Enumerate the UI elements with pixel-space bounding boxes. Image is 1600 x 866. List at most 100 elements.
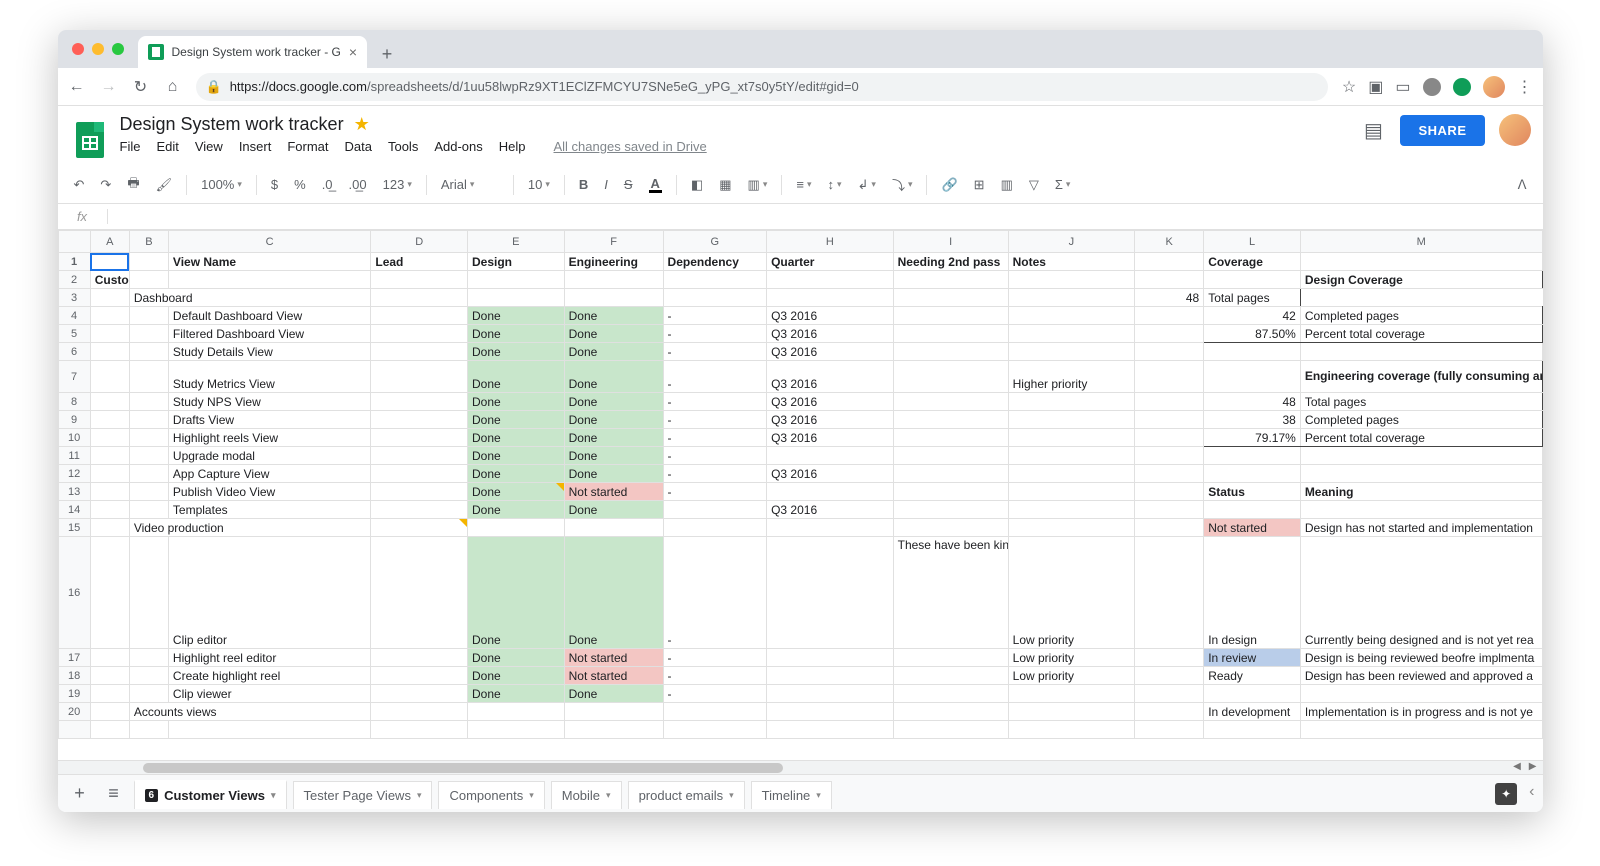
sheets-logo-icon[interactable] bbox=[70, 114, 110, 166]
row-5[interactable]: 5 Filtered Dashboard View DoneDone -Q3 2… bbox=[58, 325, 1542, 343]
expand-toolbar-icon[interactable]: ᐱ bbox=[1512, 173, 1533, 197]
row-17[interactable]: 17 Highlight reel editor DoneNot started… bbox=[58, 649, 1542, 667]
scroll-right-icon[interactable]: ▶ bbox=[1529, 761, 1537, 772]
row-11[interactable]: 11 Upgrade modal DoneDone - bbox=[58, 447, 1542, 465]
maximize-dot[interactable] bbox=[112, 43, 124, 55]
kebab-menu-icon[interactable]: ⋮ bbox=[1517, 77, 1533, 97]
horizontal-scrollbar[interactable]: ◀▶ bbox=[58, 760, 1543, 774]
column-headers[interactable]: ABCDEFGHIJKLM bbox=[58, 231, 1542, 253]
functions-icon[interactable]: Σ bbox=[1049, 173, 1077, 196]
chart-icon[interactable]: ▥ bbox=[995, 173, 1019, 197]
back-icon[interactable]: ← bbox=[68, 78, 86, 96]
row-8[interactable]: 8 Study NPS View DoneDone -Q3 2016 48Tot… bbox=[58, 393, 1542, 411]
paint-format-icon[interactable]: 🖌 bbox=[150, 173, 179, 197]
menu-addons[interactable]: Add-ons bbox=[434, 139, 482, 154]
bold-button[interactable]: B bbox=[573, 173, 594, 196]
row-15[interactable]: 15 Video production Not startedDesign ha… bbox=[58, 519, 1542, 537]
undo-icon[interactable]: ↶ bbox=[68, 173, 91, 197]
menu-file[interactable]: File bbox=[120, 139, 141, 154]
reload-icon[interactable]: ↻ bbox=[132, 77, 150, 97]
percent-button[interactable]: % bbox=[288, 173, 312, 196]
sheet-tab-tester[interactable]: Tester Page Views▾ bbox=[293, 781, 433, 809]
font-select[interactable]: Arial bbox=[435, 173, 505, 196]
comments-icon[interactable]: ▤ bbox=[1360, 117, 1386, 143]
num-format-select[interactable]: 123 bbox=[377, 173, 418, 196]
row-4[interactable]: 4 Default Dashboard View DoneDone -Q3 20… bbox=[58, 307, 1542, 325]
forward-icon[interactable]: → bbox=[100, 78, 118, 96]
font-size-select[interactable]: 10 bbox=[522, 173, 556, 196]
row-20[interactable]: 20 Accounts views In developmentImplemen… bbox=[58, 703, 1542, 721]
doc-title[interactable]: Design System work tracker bbox=[120, 114, 344, 135]
account-avatar[interactable] bbox=[1499, 114, 1531, 146]
row-extra[interactable] bbox=[58, 721, 1542, 739]
strike-button[interactable]: S bbox=[618, 173, 639, 196]
redo-icon[interactable]: ↷ bbox=[94, 173, 117, 197]
valign-icon[interactable]: ↕ bbox=[821, 173, 847, 196]
row-1[interactable]: 1 View Name Lead Design Engineering Depe… bbox=[58, 253, 1542, 271]
camera-icon[interactable]: ▣ bbox=[1368, 77, 1383, 97]
selected-cell[interactable] bbox=[90, 253, 129, 271]
italic-button[interactable]: I bbox=[598, 173, 614, 196]
rotate-icon[interactable]: ⤵ bbox=[886, 171, 919, 198]
close-tab-icon[interactable]: × bbox=[349, 44, 357, 60]
menu-insert[interactable]: Insert bbox=[239, 139, 272, 154]
star-icon[interactable]: ☆ bbox=[1342, 77, 1356, 97]
borders-icon[interactable]: ▦ bbox=[713, 173, 737, 197]
menu-format[interactable]: Format bbox=[287, 139, 328, 154]
profile-avatar[interactable] bbox=[1483, 76, 1505, 98]
sheet-tab-customer-views[interactable]: 6 Customer Views▾ bbox=[134, 780, 287, 809]
sheet-tab-timeline[interactable]: Timeline▾ bbox=[751, 781, 832, 809]
row-7[interactable]: 7 Study Metrics View DoneDone -Q3 2016 H… bbox=[58, 361, 1542, 393]
row-14[interactable]: 14 Templates DoneDone Q3 2016 bbox=[58, 501, 1542, 519]
sidebar-toggle-icon[interactable]: ‹ bbox=[1529, 783, 1534, 805]
close-dot[interactable] bbox=[72, 43, 84, 55]
zoom-select[interactable]: 100% bbox=[195, 173, 248, 196]
menu-edit[interactable]: Edit bbox=[156, 139, 178, 154]
scroll-left-icon[interactable]: ◀ bbox=[1513, 761, 1521, 772]
sheet-tab-emails[interactable]: product emails▾ bbox=[628, 781, 745, 809]
new-tab-button[interactable]: + bbox=[373, 40, 401, 68]
row-9[interactable]: 9 Drafts View DoneDone -Q3 2016 38Comple… bbox=[58, 411, 1542, 429]
wrap-icon[interactable]: ↲ bbox=[852, 173, 882, 197]
cast-icon[interactable]: ▭ bbox=[1395, 77, 1410, 97]
browser-tab[interactable]: Design System work tracker - G × bbox=[138, 36, 368, 68]
row-18[interactable]: 18 Create highlight reel DoneNot started… bbox=[58, 667, 1542, 685]
decrease-decimal-button[interactable]: .0̲ bbox=[316, 173, 339, 196]
row-10[interactable]: 10 Highlight reels View DoneDone -Q3 201… bbox=[58, 429, 1542, 447]
row-3[interactable]: 3 Dashboard 48Total pages bbox=[58, 289, 1542, 307]
halign-icon[interactable]: ≡ bbox=[790, 173, 817, 196]
add-sheet-button[interactable]: + bbox=[66, 783, 94, 804]
minimize-dot[interactable] bbox=[92, 43, 104, 55]
menu-view[interactable]: View bbox=[195, 139, 223, 154]
row-16[interactable]: 16 Clip editor DoneDone - These have bee… bbox=[58, 537, 1542, 649]
extension-icon-2[interactable] bbox=[1453, 78, 1471, 96]
row-6[interactable]: 6 Study Details View DoneDone -Q3 2016 bbox=[58, 343, 1542, 361]
row-2[interactable]: 2 Customer Design Coverage bbox=[58, 271, 1542, 289]
print-icon[interactable]: 🖶 bbox=[121, 170, 145, 200]
increase-decimal-button[interactable]: .0̲0 bbox=[343, 173, 373, 196]
url-input[interactable]: 🔒 https://docs.google.com/spreadsheets/d… bbox=[196, 73, 1328, 101]
spreadsheet-grid[interactable]: ABCDEFGHIJKLM 1 View Name Lead Design En… bbox=[58, 230, 1543, 760]
extension-icon-1[interactable] bbox=[1423, 78, 1441, 96]
share-button[interactable]: SHARE bbox=[1400, 115, 1484, 146]
star-doc-icon[interactable]: ★ bbox=[354, 114, 370, 135]
home-icon[interactable]: ⌂ bbox=[164, 78, 182, 96]
menu-tools[interactable]: Tools bbox=[388, 139, 418, 154]
row-19[interactable]: 19 Clip viewer DoneDone - bbox=[58, 685, 1542, 703]
explore-icon[interactable]: ✦ bbox=[1495, 783, 1517, 805]
row-13[interactable]: 13 Publish Video View DoneNot started - … bbox=[58, 483, 1542, 501]
all-sheets-button[interactable]: ≡ bbox=[100, 783, 128, 804]
menu-data[interactable]: Data bbox=[345, 139, 372, 154]
currency-button[interactable]: $ bbox=[265, 173, 284, 196]
comment-icon[interactable]: ⊞ bbox=[968, 173, 991, 197]
row-12[interactable]: 12 App Capture View DoneDone -Q3 2016 bbox=[58, 465, 1542, 483]
fill-color-icon[interactable]: ◧ bbox=[685, 173, 709, 197]
filter-icon[interactable]: ▽ bbox=[1023, 173, 1045, 197]
menu-help[interactable]: Help bbox=[499, 139, 526, 154]
scrollbar-thumb[interactable] bbox=[143, 763, 783, 773]
text-color-button[interactable]: A bbox=[643, 173, 668, 197]
link-icon[interactable]: 🔗 bbox=[935, 173, 963, 197]
sheet-tab-mobile[interactable]: Mobile▾ bbox=[551, 781, 622, 809]
sheet-tab-components[interactable]: Components▾ bbox=[438, 781, 544, 809]
merge-icon[interactable]: ▥ bbox=[742, 173, 774, 197]
